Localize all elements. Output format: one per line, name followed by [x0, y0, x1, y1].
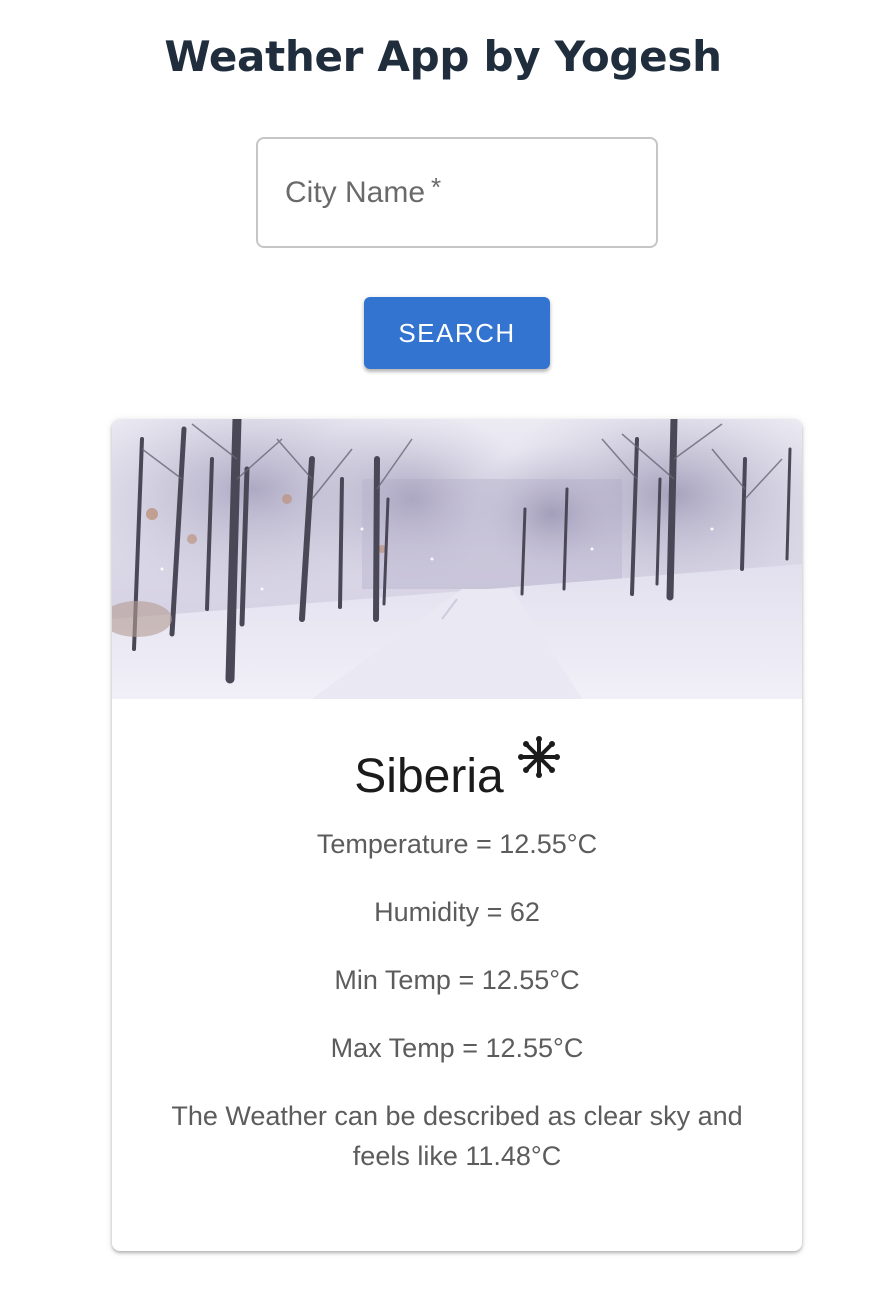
temperature-text: Temperature = 12.55°C: [316, 829, 598, 859]
snowflake-icon: [517, 733, 560, 793]
min-temp-text: Min Temp = 12.55°C: [334, 965, 580, 995]
search-button[interactable]: SEARCH: [364, 297, 550, 369]
humidity-text: Humidity = 62: [374, 897, 540, 927]
weather-description: The Weather can be described as clear sk…: [171, 1101, 743, 1171]
max-temp-text: Max Temp = 12.55°C: [330, 1033, 584, 1063]
weather-card: Siberia Temperature = 12.55°C Humidity =…: [112, 419, 802, 1251]
city-name: Siberia: [354, 750, 504, 803]
city-heading: Siberia: [112, 733, 802, 807]
page-title: Weather App by Yogesh: [164, 32, 722, 81]
snowy-park-image: [112, 419, 802, 699]
city-name-field[interactable]: City Name *: [256, 137, 658, 248]
city-name-input[interactable]: [258, 139, 656, 246]
